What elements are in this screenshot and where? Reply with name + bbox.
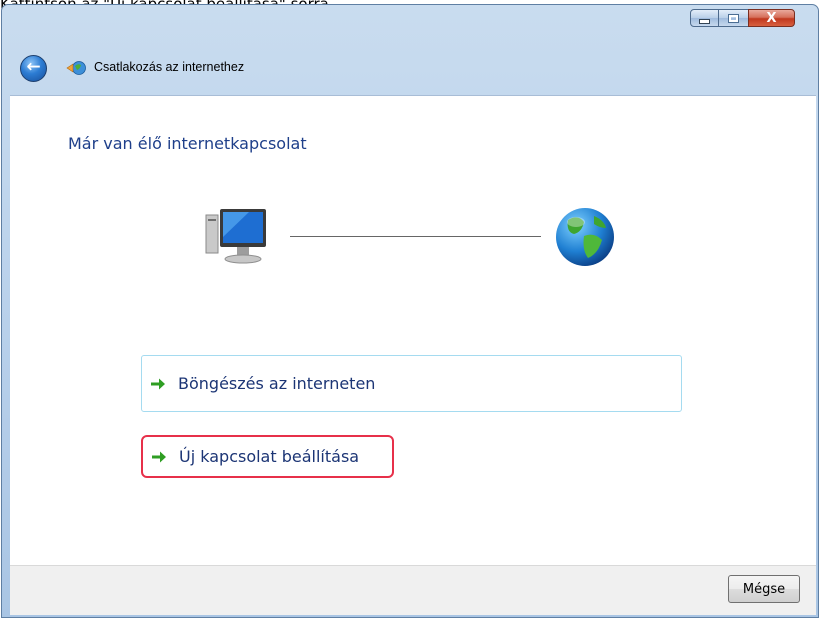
close-icon: X [766,10,777,26]
connection-line [290,236,541,237]
option-label: Böngészés az interneten [178,374,376,393]
back-arrow-icon: ← [26,57,41,77]
maximize-button[interactable] [719,9,748,27]
minimize-icon [699,18,710,24]
green-arrow-icon [151,378,165,389]
wizard-window: X ← Csatlakozás az internethez Már van é… [1,4,819,618]
minimize-button[interactable] [690,9,719,27]
page-heading: Már van élő internetkapcsolat [68,134,307,153]
maximize-icon [728,13,739,23]
cancel-button[interactable]: Mégse [728,575,800,603]
new-connection-option[interactable]: Új kapcsolat beállítása [141,435,394,478]
window-controls: X [690,9,795,29]
title-bar: X [2,5,818,37]
close-button[interactable]: X [748,9,795,27]
wizard-content: Már van élő internetkapcsolat Böngészés … [10,95,816,566]
computer-icon [205,209,266,264]
navigation-bar: ← Csatlakozás az internethez [6,43,816,93]
globe-icon [556,208,614,266]
wizard-footer: Mégse [10,565,816,615]
option-label: Új kapcsolat beállítása [179,447,360,466]
browse-internet-option[interactable]: Böngészés az interneten [141,355,682,412]
network-connect-icon [66,61,86,75]
window-title: Csatlakozás az internethez [94,60,245,74]
back-button[interactable]: ← [20,55,47,82]
green-arrow-icon [152,451,166,462]
